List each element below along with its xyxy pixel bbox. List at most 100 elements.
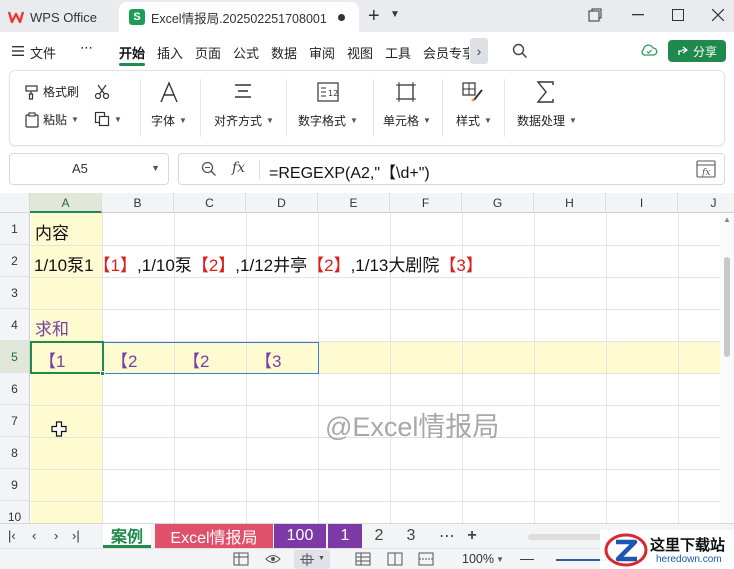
column-header-c[interactable]: C xyxy=(174,193,246,213)
scroll-up-icon[interactable]: ▲ xyxy=(723,215,731,224)
hamburger-icon[interactable] xyxy=(12,46,24,56)
site-logo-url: heredown.com xyxy=(656,554,722,565)
prev-sheet-icon[interactable]: ‹ xyxy=(32,528,36,543)
styles-menu-button[interactable]: 样式 ▼ xyxy=(456,112,492,129)
eye-protect-icon[interactable] xyxy=(265,552,281,566)
row-header-2[interactable]: 2 xyxy=(0,245,30,277)
zoom-slider[interactable] xyxy=(556,559,606,561)
menu-data[interactable]: 数据 xyxy=(271,43,297,62)
function-panel-icon[interactable]: fx xyxy=(696,160,716,178)
sheet-tab-case[interactable]: 案例 xyxy=(103,524,151,548)
number-format-icon[interactable]: 123 xyxy=(317,82,339,102)
row-header-4[interactable]: 4 xyxy=(0,309,30,341)
menu-member[interactable]: 会员专享 xyxy=(423,43,469,62)
zoom-out-button[interactable]: — xyxy=(520,550,534,566)
row-header-10[interactable]: 10 xyxy=(0,501,30,523)
add-sheet-button[interactable]: + xyxy=(460,524,484,548)
column-header-b[interactable]: B xyxy=(102,193,174,213)
number-format-button[interactable]: 数字格式 ▼ xyxy=(298,112,358,129)
tab-list-chevron-icon[interactable]: ▼ xyxy=(390,9,400,20)
crosshair-view-button[interactable]: ▼ xyxy=(294,550,330,569)
row-header-6[interactable]: 6 xyxy=(0,373,30,405)
select-all-corner[interactable] xyxy=(0,193,30,213)
column-header-f[interactable]: F xyxy=(390,193,462,213)
menu-scroll-right-button[interactable]: › xyxy=(470,38,488,64)
format-painter-button[interactable]: 格式刷 xyxy=(24,83,79,100)
menu-more[interactable]: ⋯ xyxy=(80,40,93,56)
menu-home[interactable]: 开始 xyxy=(119,43,145,62)
sheet-tab-2[interactable]: 2 xyxy=(364,524,394,548)
menu-formula[interactable]: 公式 xyxy=(233,43,259,62)
share-button[interactable]: 分享 xyxy=(668,40,726,62)
column-header-e[interactable]: E xyxy=(318,193,390,213)
column-header-a[interactable]: A xyxy=(30,193,102,213)
normal-view-icon[interactable] xyxy=(355,552,371,566)
fill-handle[interactable] xyxy=(100,371,105,376)
zoom-formula-icon[interactable] xyxy=(201,161,217,177)
cell-a1[interactable]: 内容 xyxy=(35,219,69,244)
row-header-5[interactable]: 5 xyxy=(0,341,30,373)
menu-insert[interactable]: 插入 xyxy=(157,43,183,62)
last-sheet-icon[interactable]: ›| xyxy=(72,528,80,543)
menu-page[interactable]: 页面 xyxy=(195,43,221,62)
styles-icon[interactable] xyxy=(462,82,484,102)
row-header-1[interactable]: 1 xyxy=(0,213,30,245)
column-header-i[interactable]: I xyxy=(606,193,678,213)
menu-file[interactable]: 文件 xyxy=(30,43,56,62)
row-header-9[interactable]: 9 xyxy=(0,469,30,501)
cell-a2[interactable]: 1/10泵1【1】,1/10泵【2】,1/12井亭【2】,1/13大剧院【3】 xyxy=(34,251,483,276)
align-icon[interactable] xyxy=(234,83,252,101)
menu-review[interactable]: 审阅 xyxy=(309,43,335,62)
wps-home-tab[interactable]: WPS Office xyxy=(8,4,97,30)
zoom-chevron-icon[interactable]: ▼ xyxy=(496,555,504,564)
menu-view[interactable]: 视图 xyxy=(347,43,373,62)
unsaved-dot-icon[interactable] xyxy=(338,14,345,21)
formula-bar[interactable]: fx =REGEXP(A2,"【\d+") fx xyxy=(178,153,725,185)
insert-function-fx-button[interactable]: fx xyxy=(232,160,245,176)
restore-window-icon[interactable] xyxy=(588,8,602,22)
font-icon[interactable] xyxy=(159,81,179,103)
name-box-chevron-icon[interactable]: ▼ xyxy=(151,163,160,173)
page-break-icon[interactable] xyxy=(418,552,434,566)
document-tab[interactable]: S Excel情报局.202502251708001 xyxy=(119,2,359,32)
vertical-scrollbar[interactable]: ▲ xyxy=(720,213,734,523)
search-icon[interactable] xyxy=(512,43,528,59)
first-sheet-icon[interactable]: |‹ xyxy=(8,528,16,543)
row-header-3[interactable]: 3 xyxy=(0,277,30,309)
font-menu-button[interactable]: 字体 ▼ xyxy=(151,112,187,129)
formula-input[interactable]: =REGEXP(A2,"【\d+") xyxy=(269,159,430,183)
align-menu-button[interactable]: 对齐方式 ▼ xyxy=(214,112,274,129)
page-layout-icon[interactable] xyxy=(387,552,403,566)
new-tab-button[interactable]: + xyxy=(368,5,380,28)
next-sheet-icon[interactable]: › xyxy=(54,528,58,543)
sheet-info-icon[interactable] xyxy=(233,552,249,566)
cut-icon[interactable] xyxy=(94,84,110,100)
row-header-8[interactable]: 8 xyxy=(0,437,30,469)
paste-button[interactable]: 粘贴 ▼ xyxy=(24,111,79,128)
sheet-tab-3[interactable]: 3 xyxy=(396,524,426,548)
name-box[interactable]: A5 ▼ xyxy=(9,153,169,185)
row-header-7[interactable]: 7 xyxy=(0,405,30,437)
menu-tools[interactable]: 工具 xyxy=(385,43,411,62)
sheet-tab-excel-bureau[interactable]: Excel情报局 xyxy=(155,524,273,548)
column-header-h[interactable]: H xyxy=(534,193,606,213)
maximize-icon[interactable] xyxy=(672,9,684,21)
minimize-icon[interactable] xyxy=(632,14,644,16)
sheet-tab-100[interactable]: 100 xyxy=(274,524,326,548)
spreadsheet-grid[interactable]: ABCDEFGHIJ 1 2 3 4 5 6 7 8 9 10 内容 1/10泵1【1】,1/10… xyxy=(0,193,734,523)
sheet-more-button[interactable]: ⋯ xyxy=(434,524,460,548)
cloud-sync-icon[interactable] xyxy=(640,42,658,58)
close-icon[interactable] xyxy=(712,9,724,21)
zoom-level[interactable]: 100% xyxy=(462,552,494,566)
copy-button[interactable]: ▼ xyxy=(94,111,122,127)
cell-a4[interactable]: 求和 xyxy=(35,315,69,340)
vertical-scroll-thumb[interactable] xyxy=(724,257,730,357)
cell-icon[interactable] xyxy=(396,82,416,102)
sum-icon[interactable] xyxy=(536,81,556,103)
column-header-d[interactable]: D xyxy=(246,193,318,213)
data-processing-button[interactable]: 数据处理 ▼ xyxy=(517,112,577,129)
cells-menu-button[interactable]: 单元格 ▼ xyxy=(383,112,431,129)
column-header-j[interactable]: J xyxy=(678,193,734,213)
column-header-g[interactable]: G xyxy=(462,193,534,213)
sheet-tab-1[interactable]: 1 xyxy=(328,524,362,548)
